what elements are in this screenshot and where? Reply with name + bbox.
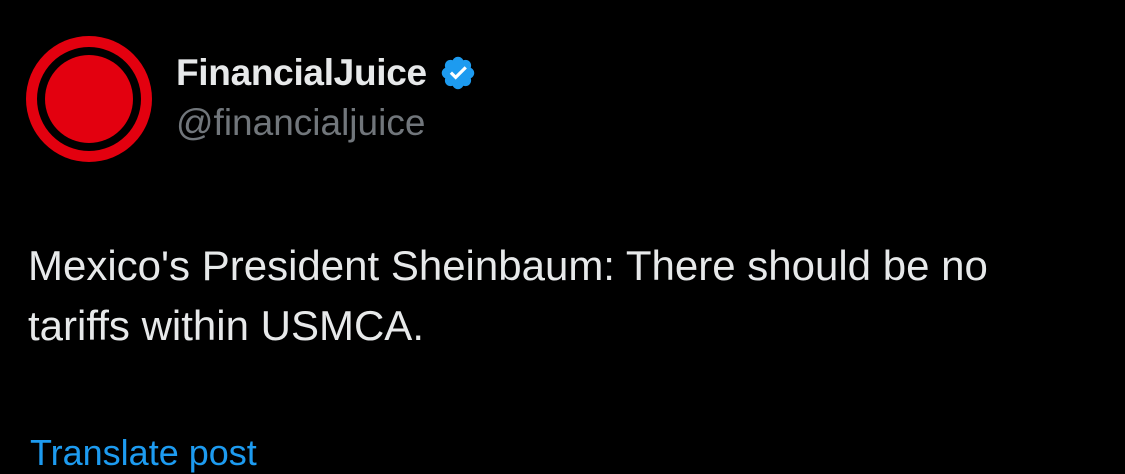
author-name-row: FinancialJuice: [176, 50, 477, 96]
avatar[interactable]: [26, 36, 152, 162]
tweet-text: Mexico's President Sheinbaum: There shou…: [28, 242, 988, 349]
tweet-card: FinancialJuice @financialjuice Mexico's …: [0, 0, 1125, 473]
author-handle[interactable]: @financialjuice: [176, 102, 425, 144]
author-display-name[interactable]: FinancialJuice: [176, 52, 427, 94]
red-circle-target-logo-icon: [26, 36, 152, 162]
translate-post-link[interactable]: Translate post: [30, 432, 257, 474]
verified-badge-icon[interactable]: [439, 54, 477, 92]
